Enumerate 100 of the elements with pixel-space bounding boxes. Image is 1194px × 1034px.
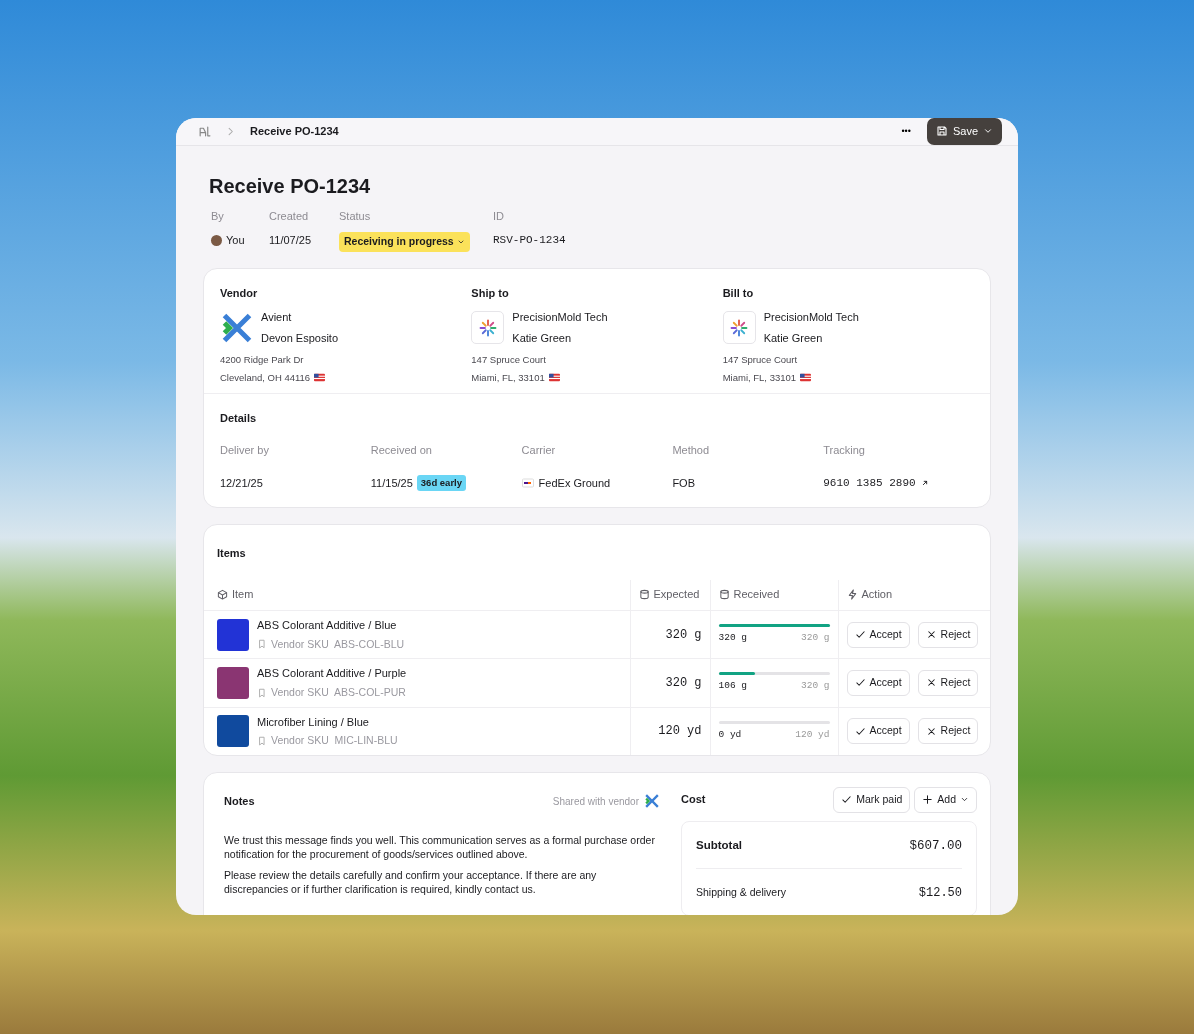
- vendor-sku: Vendor SKU ABS-COL-BLU: [271, 636, 405, 652]
- cost-value: $607.00: [909, 837, 962, 855]
- close-icon: [925, 629, 937, 641]
- note-paragraph: Please review the details carefully and confirm your acceptance. If there are any discrepancies or if further clarification is required, kindly contact us.: [224, 867, 598, 896]
- meta-value: You: [226, 233, 245, 248]
- received-quantity: 106 g: [718, 679, 747, 694]
- address-line: Miami, FL, 33101: [471, 370, 545, 385]
- section-heading: Ship to: [471, 285, 510, 301]
- expected-quantity: 320 g: [630, 658, 710, 707]
- item-name: ABS Colorant Additive / Blue: [257, 618, 398, 633]
- expected-total: 120 yd: [795, 727, 830, 742]
- check-icon: [854, 725, 866, 737]
- meta-value: 11/07/25: [269, 233, 312, 248]
- vendor-sku: Vendor SKU ABS-COL-PUR: [271, 684, 406, 700]
- us-flag-icon: [548, 372, 560, 384]
- add-button[interactable]: Add: [914, 786, 977, 813]
- item-name: Microfiber Lining / Blue: [257, 714, 370, 730]
- expected-quantity: 320 g: [630, 610, 710, 659]
- more-button[interactable]: •••: [895, 122, 917, 140]
- bookmark-icon: [257, 687, 267, 698]
- reject-button[interactable]: Reject: [917, 670, 979, 696]
- shared-label: Shared with vendor: [552, 794, 639, 809]
- section-heading: Cost: [681, 792, 706, 808]
- plus-icon: [922, 794, 934, 806]
- check-icon: [841, 794, 853, 806]
- meta-label: ID: [493, 208, 505, 224]
- item-name: ABS Colorant Additive / Purple: [257, 666, 407, 682]
- accept-button[interactable]: Accept: [846, 718, 910, 744]
- section-heading: Vendor: [220, 285, 259, 301]
- cylinder-icon: [718, 588, 730, 600]
- status-dropdown[interactable]: Receiving in progress: [339, 232, 470, 252]
- close-icon: [925, 725, 937, 737]
- accept-button[interactable]: Accept: [846, 670, 910, 696]
- column-header: Item: [232, 586, 254, 602]
- company-name: PrecisionMold Tech: [512, 310, 608, 326]
- received-quantity: 0 yd: [718, 727, 742, 742]
- check-icon: [854, 629, 866, 641]
- save-button[interactable]: Save: [926, 118, 1002, 145]
- field-value: 11/15/25: [370, 475, 413, 491]
- avatar-icon: [211, 234, 222, 246]
- field-label: Method: [672, 443, 711, 459]
- cylinder-icon: [638, 588, 650, 600]
- address-line: 147 Spruce Court: [722, 353, 798, 368]
- field-value: FedEx Ground: [538, 475, 611, 491]
- cost-value: $12.50: [918, 885, 962, 903]
- address-line: 147 Spruce Court: [471, 353, 546, 368]
- cube-icon: [217, 588, 228, 600]
- early-badge: 36d early: [416, 474, 466, 492]
- address-line: Cleveland, OH 44116: [220, 370, 311, 385]
- address-line: Miami, FL, 33101: [722, 370, 797, 385]
- section-heading: Bill to: [722, 285, 755, 301]
- reject-button[interactable]: Reject: [917, 718, 979, 744]
- section-heading: Items: [216, 546, 247, 562]
- bookmark-icon: [257, 639, 267, 650]
- close-icon: [925, 677, 937, 689]
- meta-label: Created: [269, 208, 310, 224]
- company-name: Avient: [261, 310, 293, 326]
- address-line: 4200 Ridge Park Dr: [220, 353, 304, 368]
- cost-label: Shipping & delivery: [696, 885, 786, 901]
- field-label: Carrier: [521, 443, 557, 459]
- carrier-logo-icon: [521, 477, 534, 489]
- us-flag-icon: [800, 372, 812, 384]
- accept-button[interactable]: Accept: [846, 621, 910, 648]
- received-quantity: 320 g: [718, 631, 747, 645]
- burst-logo-icon: [730, 318, 749, 337]
- mark-paid-button[interactable]: Mark paid: [833, 786, 911, 813]
- company-name: PrecisionMold Tech: [763, 310, 859, 326]
- breadcrumb-current[interactable]: Receive PO-1234: [250, 123, 339, 140]
- expected-quantity: 120 yd: [630, 707, 710, 755]
- lightning-icon: [846, 588, 858, 600]
- expected-total: 320 g: [801, 679, 830, 694]
- expected-total: 320 g: [801, 631, 830, 645]
- cost-label: Subtotal: [696, 838, 742, 854]
- chevrons-logo-icon: [221, 312, 252, 343]
- us-flag-icon: [314, 372, 326, 384]
- column-header: Received: [733, 586, 780, 602]
- bookmark-icon: [257, 735, 267, 746]
- vendor-sku: Vendor SKU MIC-LIN-BLU: [271, 733, 398, 748]
- field-value: 12/21/25: [220, 475, 263, 491]
- field-label: Deliver by: [220, 443, 270, 459]
- column-header: Action: [861, 586, 893, 602]
- meta-label: Status: [339, 208, 372, 224]
- note-paragraph: We trust this message finds you well. This communication serves as a formal purchase order notification for the procurement of goods/services outlined above.: [224, 833, 656, 862]
- reject-button[interactable]: Reject: [917, 621, 979, 648]
- page-title: Receive PO-1234: [209, 173, 372, 198]
- section-heading: Details: [220, 410, 258, 426]
- column-header: Expected: [653, 586, 700, 602]
- check-icon: [854, 677, 866, 689]
- field-value: FOB: [672, 475, 695, 491]
- field-label: Tracking: [823, 443, 866, 459]
- meta-value: RSV-PO-1234: [493, 233, 567, 248]
- tracking-link[interactable]: 9610 1385 2890: [823, 474, 916, 492]
- section-heading: Notes: [224, 793, 255, 809]
- meta-label: By: [211, 208, 225, 224]
- field-label: Received on: [370, 443, 433, 459]
- burst-logo-icon: [478, 318, 497, 337]
- vendor-logo-icon: [645, 794, 659, 808]
- contact-name: Devon Esposito: [261, 330, 339, 346]
- contact-name: Katie Green: [512, 330, 573, 346]
- contact-name: Katie Green: [763, 330, 824, 346]
